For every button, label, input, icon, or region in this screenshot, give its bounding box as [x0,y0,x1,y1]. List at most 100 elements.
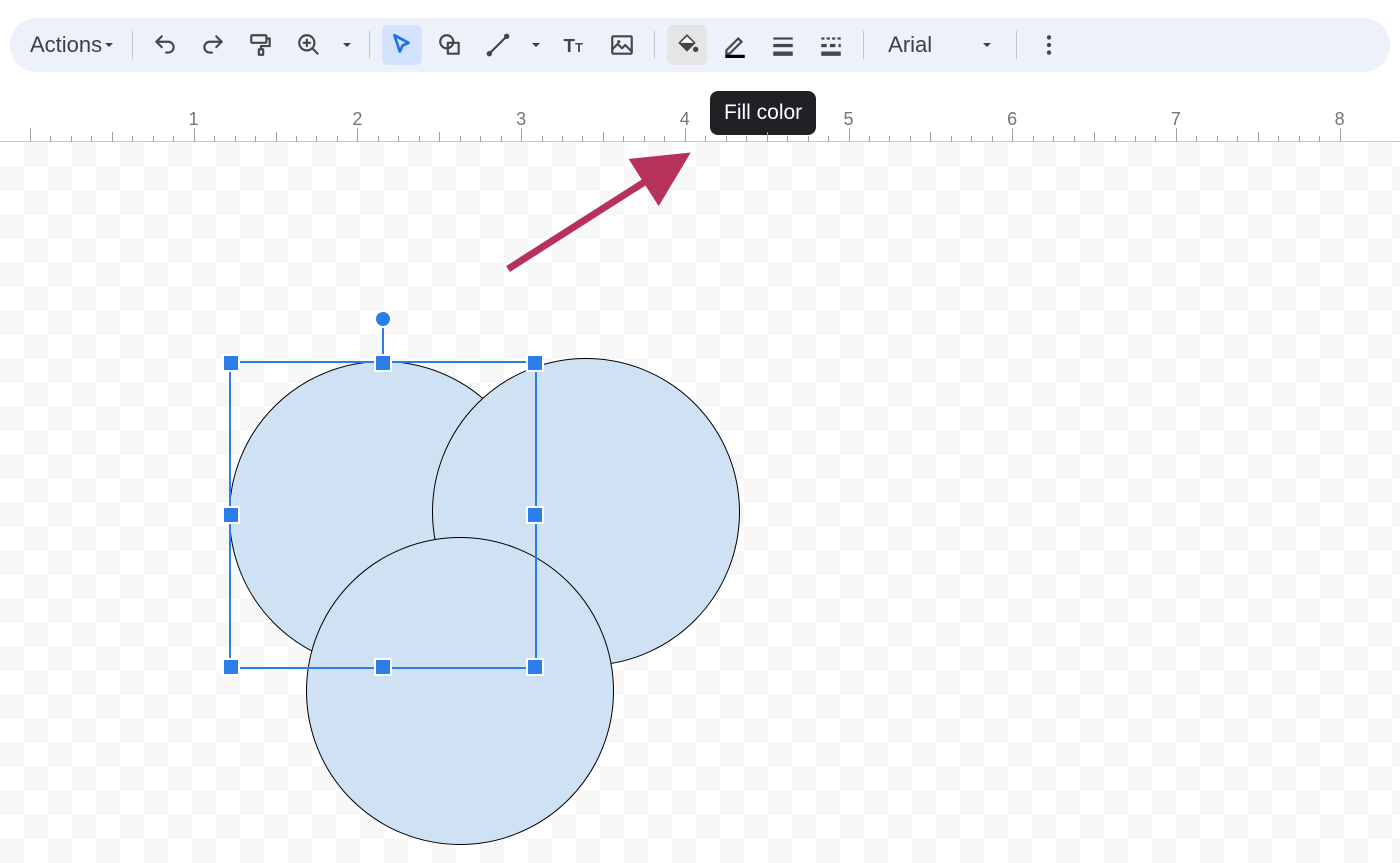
main-toolbar: Actions [10,18,1390,72]
dropdown-icon [982,40,992,50]
ruler-tick [1196,136,1197,142]
ruler-number: 5 [843,109,853,130]
resize-handle[interactable] [222,506,240,524]
dropdown-icon [342,40,352,50]
paint-format-button[interactable] [241,25,281,65]
ruler-tick [30,128,31,142]
ruler-tick [828,136,829,142]
redo-button[interactable] [193,25,233,65]
ruler-tick [378,136,379,142]
ruler-tick [971,136,972,142]
ruler-tick [849,128,850,142]
ruler-tick [71,136,72,142]
ruler-tick [235,136,236,142]
drawing-canvas[interactable] [0,143,1400,863]
font-name-label: Arial [888,32,932,58]
ruler-tick [1258,132,1259,142]
ruler-tick [1319,136,1320,142]
border-weight-button[interactable] [763,25,803,65]
more-vertical-icon [1036,32,1062,58]
ruler-tick [951,136,952,142]
ruler-tick [521,128,522,142]
zoom-button[interactable] [289,25,329,65]
ruler-number: 3 [516,109,526,130]
tooltip-text: Fill color [724,101,802,124]
ruler-tick [664,136,665,142]
ruler-tick [869,136,870,142]
ruler-tick [357,128,358,142]
undo-button[interactable] [145,25,185,65]
ruler-tick [1074,136,1075,142]
line-tool-button[interactable] [478,25,518,65]
resize-handle[interactable] [526,354,544,372]
resize-handle[interactable] [374,354,392,372]
line-dropdown-button[interactable] [526,25,546,65]
ruler-tick [1176,128,1177,142]
ruler-tick [910,136,911,142]
image-icon [609,32,635,58]
fill-color-button[interactable] [667,25,707,65]
ruler-tick [1278,136,1279,142]
ruler-tick [1299,136,1300,142]
border-weight-icon [770,32,796,58]
more-options-button[interactable] [1029,25,1069,65]
ruler-tick [889,136,890,142]
ruler-number: 4 [680,109,690,130]
ruler-tick [91,136,92,142]
ruler-tick [603,132,604,142]
shape-layer [0,143,1400,863]
ruler-tick [439,132,440,142]
shape-icon [437,32,463,58]
horizontal-ruler: 1 2 3 4 5 6 7 8 [0,104,1400,142]
resize-handle[interactable] [222,354,240,372]
resize-handle[interactable] [374,658,392,676]
ruler-baseline [0,141,1400,142]
ruler-tick [992,136,993,142]
font-selector[interactable]: Arial [872,25,1008,65]
ruler-tick [1094,132,1095,142]
ruler-tick [419,136,420,142]
ruler-tick [1033,136,1034,142]
border-color-button[interactable] [715,25,755,65]
ruler-tick [562,136,563,142]
actions-menu-button[interactable]: Actions [20,25,124,65]
textbox-tool-button[interactable]: T T [554,25,594,65]
ruler-tick [460,136,461,142]
ruler-tick [623,136,624,142]
ruler-number: 8 [1335,109,1345,130]
dropdown-icon [104,40,114,50]
paint-format-icon [248,32,274,58]
ruler-tick [1053,136,1054,142]
separator [132,31,133,59]
ruler-number: 6 [1007,109,1017,130]
border-dash-icon [818,32,844,58]
resize-handle[interactable] [526,658,544,676]
ruler-tick [214,136,215,142]
ruler-tick [337,136,338,142]
border-dash-button[interactable] [811,25,851,65]
svg-text:T: T [564,35,576,56]
ruler-tick [173,136,174,142]
ruler-tick [746,136,747,142]
ruler-number: 1 [189,109,199,130]
resize-handle[interactable] [526,506,544,524]
ruler-tick [1237,136,1238,142]
resize-handle[interactable] [222,658,240,676]
fill-color-icon [674,32,700,58]
rotation-handle[interactable] [374,310,392,328]
ruler-tick [276,132,277,142]
ruler-number: 7 [1171,109,1181,130]
selection-box[interactable] [229,361,537,669]
select-tool-button[interactable] [382,25,422,65]
image-tool-button[interactable] [602,25,642,65]
shape-tool-button[interactable] [430,25,470,65]
separator [654,31,655,59]
fill-color-tooltip: Fill color [710,91,816,135]
ruler-tick [644,136,645,142]
ruler-number: 2 [352,109,362,130]
ruler-tick [1135,136,1136,142]
cursor-icon [389,32,415,58]
zoom-dropdown-button[interactable] [337,25,357,65]
ruler-tick [1155,136,1156,142]
ruler-tick [480,136,481,142]
